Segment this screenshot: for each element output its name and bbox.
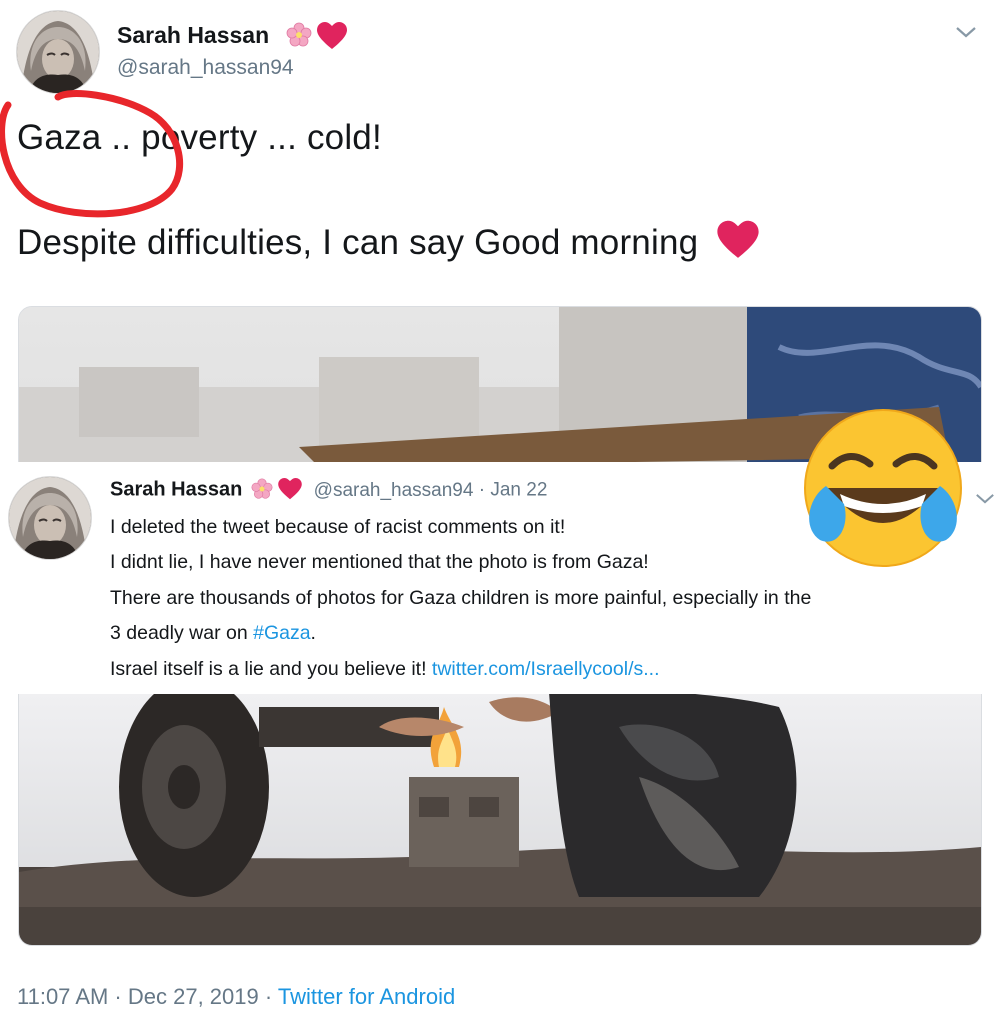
tweet-source[interactable]: Twitter for Android [278, 984, 455, 1009]
quoted-text-line-5-text: Israel itself is a lie and you believe i… [110, 658, 432, 680]
quoted-author-name[interactable]: Sarah Hassan [110, 479, 242, 501]
quoted-tweet-avatar[interactable] [9, 477, 91, 559]
quoted-date[interactable]: Jan 22 [490, 480, 547, 501]
chevron-down-icon[interactable] [955, 18, 977, 46]
tweet-text-line-2: Despite difficulties, I can say Good mor… [17, 220, 760, 269]
red-heart-icon [277, 478, 303, 505]
quoted-text-line-1: I deleted the tweet because of racist co… [110, 516, 566, 538]
hashtag-link[interactable]: #Gaza [253, 622, 310, 644]
tweet-text-line-2-text: Despite difficulties, I can say Good mor… [17, 222, 699, 262]
author-handle[interactable]: @sarah_hassan94 [117, 56, 294, 80]
quoted-chevron-down-icon[interactable] [975, 484, 995, 512]
quoted-author-handle[interactable]: @sarah_hassan94 [314, 480, 474, 501]
avatar[interactable] [17, 11, 99, 93]
quoted-text-line-5: Israel itself is a lie and you believe i… [110, 656, 660, 682]
date-separator: · [473, 479, 491, 501]
tweet-timestamp[interactable]: 11:07 AM · Dec 27, 2019 · [17, 984, 278, 1009]
cherry-blossom-icon [251, 478, 273, 505]
quoted-text-line-2: I didnt lie, I have never mentioned that… [110, 551, 649, 573]
quoted-text-line-4: 3 deadly war on #Gaza. [110, 620, 316, 646]
tweet-footer: 11:07 AM · Dec 27, 2019 · Twitter for An… [17, 984, 455, 1010]
hashtag-after: . [310, 622, 316, 644]
external-link[interactable]: twitter.com/Israellycool/s... [432, 658, 660, 680]
annotation-circle [0, 90, 184, 218]
laughing-tears-emoji-icon [804, 409, 962, 567]
quoted-text-line-4-text: 3 deadly war on [110, 622, 254, 644]
author-name[interactable]: Sarah Hassan [117, 22, 269, 49]
red-heart-icon [316, 22, 348, 55]
quoted-text-line-3: There are thousands of photos for Gaza c… [110, 587, 812, 609]
red-heart-icon [716, 220, 760, 269]
cherry-blossom-icon [286, 22, 312, 53]
quoted-tweet-header: Sarah Hassan @sarah_hassan94 · Jan 22 [110, 478, 547, 505]
